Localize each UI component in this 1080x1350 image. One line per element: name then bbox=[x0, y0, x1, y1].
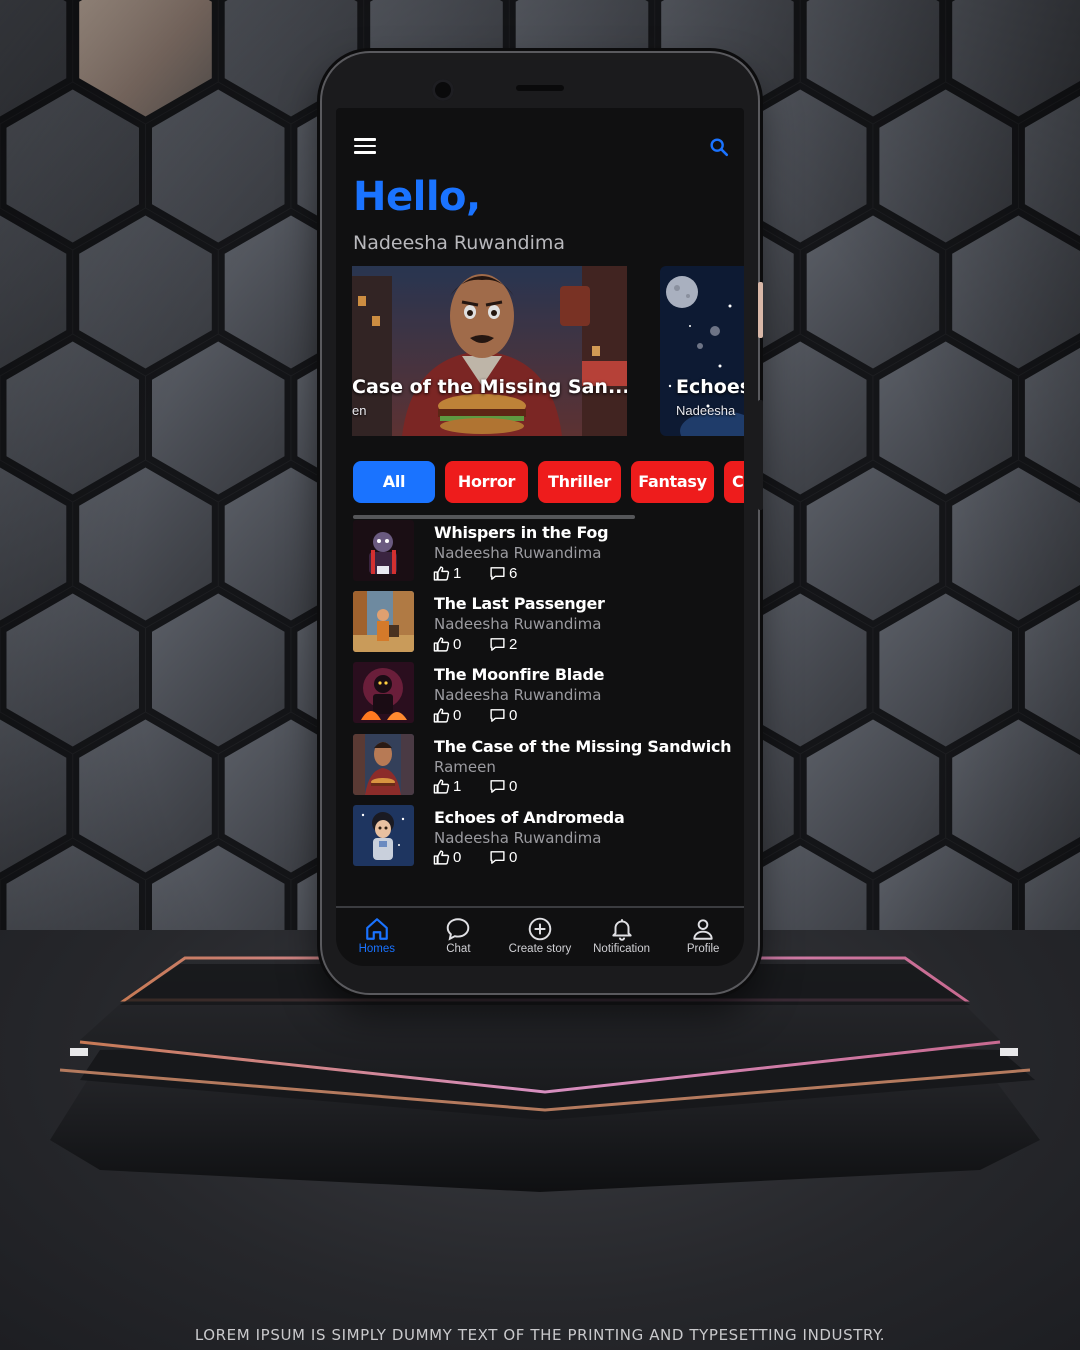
story-title: The Moonfire Blade bbox=[434, 665, 605, 685]
comment-count[interactable]: 6 bbox=[489, 564, 517, 582]
featured-story-image bbox=[352, 266, 627, 436]
thumbs-up-icon bbox=[433, 637, 450, 652]
like-count-value: 1 bbox=[453, 778, 462, 796]
user-name: Nadeesha Ruwandima bbox=[353, 232, 566, 254]
chip-thriller[interactable]: Thriller bbox=[538, 461, 621, 503]
featured-story-title: Case of the Missing San... bbox=[352, 376, 627, 398]
greeting-heading: Hello, bbox=[353, 174, 481, 220]
nav-item-chat[interactable]: Chat bbox=[418, 914, 500, 966]
chip-horror[interactable]: Horror bbox=[445, 461, 528, 503]
comment-count[interactable]: 0 bbox=[489, 778, 517, 796]
thumbs-up-icon bbox=[433, 779, 450, 794]
comment-count[interactable]: 0 bbox=[489, 706, 517, 724]
menu-icon[interactable] bbox=[354, 138, 376, 156]
like-count[interactable]: 0 bbox=[433, 635, 461, 653]
category-chips: All Horror Thriller Fantasy C bbox=[353, 461, 744, 503]
thumbs-up-icon bbox=[433, 708, 450, 723]
nav-item-profile[interactable]: Profile bbox=[662, 914, 744, 966]
bottom-navigation: Homes Chat Create story Notification Pro… bbox=[336, 914, 744, 966]
scroll-indicator[interactable] bbox=[353, 515, 635, 519]
nav-item-notification[interactable]: Notification bbox=[581, 914, 663, 966]
comment-count-value: 0 bbox=[509, 778, 518, 796]
story-title: The Case of the Missing Sandwich bbox=[434, 736, 732, 756]
story-title: Whispers in the Fog bbox=[434, 523, 609, 542]
phone-top-bezel bbox=[322, 53, 758, 113]
story-thumbnail bbox=[353, 662, 414, 724]
story-title: The Last Passenger bbox=[434, 594, 605, 614]
story-thumbnail bbox=[353, 733, 414, 795]
comment-icon bbox=[490, 780, 505, 793]
like-count-value: 1 bbox=[453, 564, 462, 582]
search-icon[interactable] bbox=[708, 136, 730, 158]
story-thumbnail bbox=[353, 520, 414, 581]
thumbs-up-icon bbox=[433, 565, 450, 581]
earpiece-speaker bbox=[516, 85, 564, 91]
footer-caption: LOREM IPSUM IS SIMPLY DUMMY TEXT OF THE … bbox=[194, 1326, 886, 1344]
person-icon bbox=[693, 919, 713, 940]
story-title: Echoes of Andromeda bbox=[434, 807, 625, 827]
story-author: Nadeesha Ruwandima bbox=[434, 828, 602, 847]
comment-count-value: 2 bbox=[509, 635, 518, 653]
chip-more[interactable]: C bbox=[724, 461, 744, 503]
featured-story-author: en bbox=[352, 403, 367, 418]
story-row[interactable]: The Case of the Missing Sandwich Rameen … bbox=[353, 733, 733, 805]
thumbs-up-icon bbox=[433, 850, 450, 865]
like-count-value: 0 bbox=[453, 706, 462, 724]
like-count-value: 0 bbox=[453, 635, 462, 653]
story-row[interactable]: The Last Passenger Nadeesha Ruwandima 0 … bbox=[353, 591, 733, 662]
featured-story-title: Echoes bbox=[676, 376, 744, 398]
story-row[interactable]: Whispers in the Fog Nadeesha Ruwandima 1… bbox=[353, 520, 733, 591]
like-count[interactable]: 1 bbox=[433, 778, 461, 796]
nav-item-create-story[interactable]: Create story bbox=[499, 914, 581, 966]
plus-circle-icon bbox=[528, 917, 552, 941]
like-count-value: 0 bbox=[453, 849, 462, 867]
phone-power-button bbox=[758, 282, 763, 338]
nav-label: Notification bbox=[593, 943, 651, 955]
comment-count-value: 6 bbox=[509, 564, 518, 582]
story-thumbnail bbox=[353, 804, 414, 866]
comment-icon bbox=[490, 709, 505, 722]
chip-all[interactable]: All bbox=[353, 461, 435, 503]
nav-label: Homes bbox=[358, 943, 396, 955]
comment-count-value: 0 bbox=[509, 849, 518, 867]
nav-label: Chat bbox=[446, 943, 471, 955]
story-row[interactable]: Echoes of Andromeda Nadeesha Ruwandima 0… bbox=[353, 804, 733, 876]
featured-story-author: Nadeesha bbox=[676, 403, 736, 418]
app-screen: Hello, Nadeesha Ruwandima Case of the Mi… bbox=[336, 108, 744, 966]
story-list: Whispers in the Fog Nadeesha Ruwandima 1… bbox=[353, 520, 733, 876]
comment-icon bbox=[490, 637, 505, 651]
comment-icon bbox=[490, 851, 505, 865]
story-author: Rameen bbox=[434, 757, 496, 776]
chat-icon bbox=[447, 918, 470, 941]
story-author: Nadeesha Ruwandima bbox=[434, 544, 602, 562]
front-camera bbox=[432, 79, 454, 101]
phone-volume-button bbox=[758, 400, 763, 510]
nav-label: Profile bbox=[686, 943, 720, 955]
nav-label: Create story bbox=[508, 943, 572, 955]
story-row[interactable]: The Moonfire Blade Nadeesha Ruwandima 0 … bbox=[353, 662, 733, 733]
bell-icon bbox=[611, 919, 632, 941]
like-count[interactable]: 0 bbox=[433, 706, 461, 724]
comment-icon bbox=[490, 566, 505, 580]
home-icon bbox=[365, 918, 388, 940]
like-count[interactable]: 0 bbox=[433, 849, 461, 867]
like-count[interactable]: 1 bbox=[433, 564, 461, 582]
story-thumbnail bbox=[353, 591, 414, 653]
story-author: Nadeesha Ruwandima bbox=[434, 686, 602, 705]
comment-count[interactable]: 2 bbox=[489, 635, 517, 653]
bottom-nav-divider bbox=[336, 906, 744, 908]
featured-story-card[interactable]: Echoes Nadeesha bbox=[660, 266, 744, 436]
comment-count-value: 0 bbox=[509, 706, 518, 724]
nav-item-home[interactable]: Homes bbox=[336, 914, 418, 966]
chip-fantasy[interactable]: Fantasy bbox=[631, 461, 714, 503]
story-author: Nadeesha Ruwandima bbox=[434, 615, 602, 634]
featured-story-card[interactable]: Case of the Missing San... en bbox=[352, 266, 627, 436]
comment-count[interactable]: 0 bbox=[489, 849, 517, 867]
